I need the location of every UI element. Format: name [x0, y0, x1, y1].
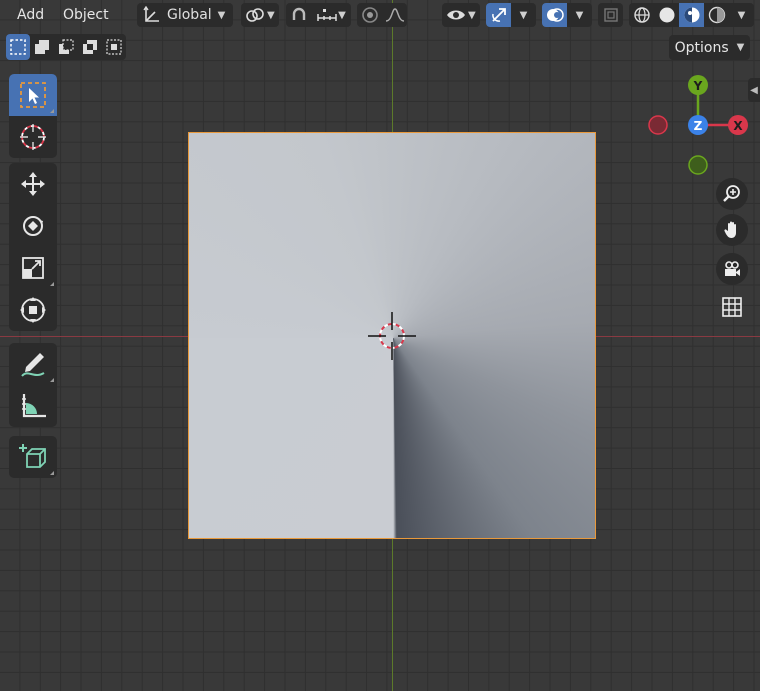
toolbar-transform-group — [9, 163, 57, 331]
chevron-down-icon: ▼ — [267, 9, 275, 21]
select-new-icon[interactable] — [6, 34, 30, 60]
x-axis-label: X — [733, 119, 743, 133]
eye-icon — [447, 10, 465, 20]
orientation-axes-icon — [143, 6, 159, 22]
select-box-icon — [20, 82, 46, 108]
rendered-shading-icon[interactable] — [704, 3, 729, 27]
gizmo-controls: ▼ — [486, 3, 536, 27]
chevron-down-icon: ▼ — [737, 9, 746, 21]
snap-toggle-icon[interactable] — [286, 3, 311, 27]
chevron-down-icon: ▼ — [575, 9, 584, 21]
rotate-tool[interactable] — [9, 205, 57, 247]
y-axis-label: Y — [693, 79, 703, 93]
chevron-down-icon: ▼ — [468, 9, 476, 21]
shading-dropdown[interactable]: ▼ — [729, 3, 754, 27]
3d-viewport[interactable]: Add Object Global ▼ ▼ ▼ ▼ ▼ ▼ ▼ Options … — [0, 0, 760, 691]
pivot-icon — [246, 8, 264, 22]
transform-orientation-dropdown[interactable]: Global ▼ — [137, 3, 233, 27]
chevron-down-icon: ▼ — [338, 9, 346, 21]
selection-mode-controls — [6, 34, 126, 60]
chevron-down-icon: ▼ — [736, 42, 745, 53]
select-intersect-icon[interactable] — [102, 34, 126, 60]
scale-icon — [22, 257, 44, 279]
snapping-controls: ▼ — [286, 3, 351, 27]
material-preview-shading-icon[interactable] — [679, 3, 704, 27]
proportional-editing-controls — [357, 3, 407, 27]
overlays-toggle-icon[interactable] — [542, 3, 567, 27]
hand-icon — [724, 221, 736, 238]
annotate-pencil-icon — [21, 353, 45, 377]
select-box-tool[interactable] — [9, 74, 57, 116]
proportional-editing-icon[interactable] — [357, 3, 382, 27]
zoom-button[interactable] — [716, 178, 748, 210]
overlays-dropdown[interactable]: ▼ — [567, 3, 592, 27]
camera-view-button[interactable] — [716, 253, 748, 285]
xray-control — [598, 3, 623, 27]
z-axis-label: Z — [694, 119, 703, 133]
overlay-controls: ▼ — [542, 3, 592, 27]
select-difference-icon[interactable] — [78, 34, 102, 60]
tool-variants-indicator — [50, 378, 54, 382]
viewport-header: Add Object Global ▼ ▼ ▼ ▼ ▼ ▼ ▼ — [0, 0, 760, 31]
transform-tool[interactable] — [9, 289, 57, 331]
select-extend-icon[interactable] — [30, 34, 54, 60]
navigation-gizmo[interactable]: Y X Z — [640, 70, 760, 180]
measure-ruler-icon — [22, 394, 46, 418]
toolbar-annotate-group — [9, 343, 57, 427]
chevron-left-icon: ◀ — [750, 84, 758, 96]
transform-icon — [20, 297, 46, 323]
options-dropdown[interactable]: Options ▼ — [669, 35, 750, 60]
chevron-down-icon: ▼ — [519, 9, 528, 21]
cursor-tool[interactable] — [9, 116, 57, 158]
snap-increment-icon — [317, 9, 337, 21]
orientation-label: Global — [167, 7, 212, 23]
rotate-icon — [23, 216, 43, 236]
move-icon — [21, 172, 45, 196]
zoom-icon — [723, 185, 740, 202]
wireframe-shading-icon[interactable] — [629, 3, 654, 27]
camera-icon — [725, 261, 740, 276]
measure-tool[interactable] — [9, 385, 57, 427]
annotate-tool[interactable] — [9, 343, 57, 385]
tool-variants-indicator — [50, 109, 54, 113]
move-tool[interactable] — [9, 163, 57, 205]
tool-variants-indicator — [50, 282, 54, 286]
sidebar-toggle[interactable]: ◀ — [748, 78, 760, 102]
neg-x-axis-handle — [648, 115, 668, 135]
falloff-curve-icon[interactable] — [382, 3, 407, 27]
grid-icon — [722, 297, 742, 317]
solid-shading-icon[interactable] — [654, 3, 679, 27]
3d-cursor-icon[interactable] — [366, 310, 418, 362]
toggle-perspective-button[interactable] — [716, 291, 748, 323]
object-visibility-dropdown[interactable]: ▼ — [442, 3, 480, 27]
snap-target-dropdown[interactable]: ▼ — [311, 3, 351, 27]
xray-toggle-icon[interactable] — [598, 3, 623, 27]
options-label: Options — [674, 39, 729, 56]
shading-mode-controls: ▼ — [629, 3, 754, 27]
select-subtract-icon[interactable] — [54, 34, 78, 60]
3d-cursor-tool-icon — [20, 124, 46, 150]
pivot-point-dropdown[interactable]: ▼ — [241, 3, 279, 27]
neg-y-axis-handle — [688, 155, 708, 175]
toolbar-add-group — [9, 436, 57, 478]
add-cube-tool[interactable] — [9, 436, 57, 478]
add-menu[interactable]: Add — [9, 4, 52, 26]
add-cube-icon — [19, 444, 46, 468]
gizmo-toggle-icon[interactable] — [486, 3, 511, 27]
toolbar-select-group — [9, 74, 57, 158]
tool-variants-indicator — [50, 471, 54, 475]
pan-button[interactable] — [716, 214, 748, 246]
gizmo-dropdown[interactable]: ▼ — [511, 3, 536, 27]
chevron-down-icon: ▼ — [217, 9, 226, 21]
object-menu[interactable]: Object — [55, 4, 117, 26]
scale-tool[interactable] — [9, 247, 57, 289]
